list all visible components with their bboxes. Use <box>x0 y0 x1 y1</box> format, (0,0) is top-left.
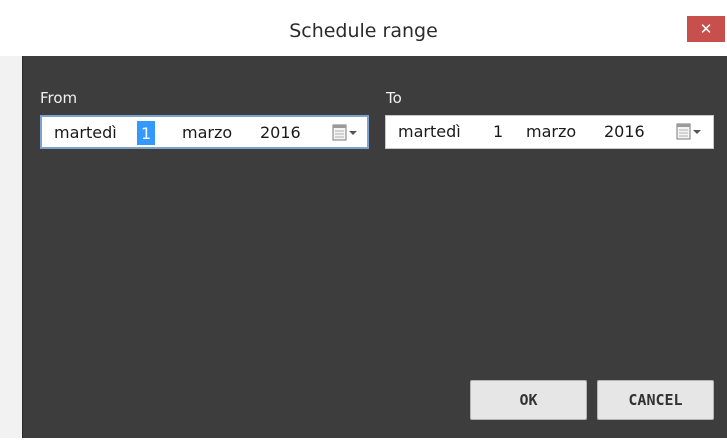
schedule-range-dialog: Schedule range ✕ From martedì 1 marzo 20… <box>0 0 727 441</box>
from-weekday[interactable]: martedì <box>54 117 117 147</box>
cancel-button[interactable]: CANCEL <box>597 380 714 420</box>
to-month[interactable]: marzo <box>526 116 576 148</box>
dialog-title: Schedule range <box>289 20 438 42</box>
ok-button[interactable]: OK <box>470 380 587 420</box>
calendar-dropdown-icon[interactable] <box>332 124 360 142</box>
to-date-picker[interactable]: martedì 1 marzo 2016 <box>385 115 714 149</box>
to-day[interactable]: 1 <box>493 116 503 148</box>
from-label: From <box>40 89 78 107</box>
from-day[interactable]: 1 <box>137 121 156 145</box>
from-month[interactable]: marzo <box>182 117 232 147</box>
from-date-picker[interactable]: martedì 1 marzo 2016 <box>40 115 369 149</box>
title-bar[interactable]: Schedule range ✕ <box>0 0 727 56</box>
from-year[interactable]: 2016 <box>260 117 301 147</box>
to-label: To <box>386 89 402 107</box>
close-button[interactable]: ✕ <box>687 16 725 42</box>
to-weekday[interactable]: martedì <box>398 116 461 148</box>
to-year[interactable]: 2016 <box>604 116 645 148</box>
close-icon: ✕ <box>699 20 713 38</box>
calendar-dropdown-icon[interactable] <box>676 123 704 141</box>
